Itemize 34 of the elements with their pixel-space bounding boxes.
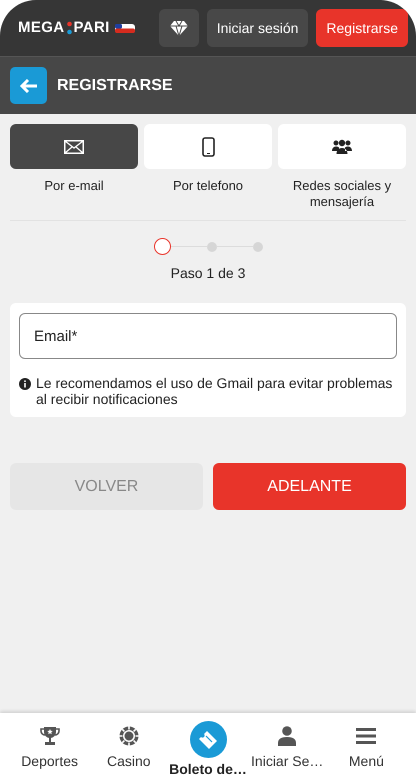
- nav-item[interactable]: Casino: [89, 713, 168, 780]
- people-icon: [332, 139, 352, 154]
- vip-button[interactable]: [158, 9, 199, 47]
- logo-colon-icon: [66, 21, 72, 35]
- casino-chip-icon: [118, 726, 139, 746]
- user-icon: [278, 726, 296, 746]
- hint-text: Le recomendamos el uso de Gmail para evitar problemas al recibir notificaciones: [36, 375, 394, 407]
- next-button[interactable]: ADELANTE: [213, 463, 406, 510]
- ticket-icon: [198, 730, 218, 750]
- page-title: REGISTRARSE: [57, 76, 173, 96]
- step-caption: Paso 1 de 3: [170, 264, 246, 283]
- email-field[interactable]: Email*: [19, 313, 397, 359]
- method-tab[interactable]: [278, 124, 406, 169]
- trophy-icon: [40, 726, 60, 746]
- method-label: Por e-mail: [43, 178, 105, 194]
- register-button[interactable]: Registrarse: [316, 9, 408, 47]
- method-label: Redes sociales y mensajería: [292, 178, 392, 210]
- method-label: Por telefono: [172, 178, 244, 194]
- phone-icon: [202, 136, 214, 156]
- logo-text: PARI: [74, 18, 110, 38]
- method-tab[interactable]: [10, 124, 138, 169]
- envelope-icon: [64, 140, 84, 154]
- back-arrow-icon: [20, 78, 38, 92]
- menu-icon: [356, 727, 376, 745]
- nav-item[interactable]: Deportes: [10, 713, 90, 780]
- flag-icon: [114, 24, 135, 32]
- nav-item[interactable]: Boleto de…: [168, 713, 248, 780]
- login-button[interactable]: Iniciar sesión: [206, 9, 308, 47]
- info-icon: [19, 378, 31, 390]
- nav-item[interactable]: Menú: [326, 713, 406, 780]
- logo-text: MEGA: [18, 18, 64, 38]
- back-button[interactable]: [10, 67, 47, 104]
- nav-item[interactable]: Iniciar Se…: [248, 713, 327, 780]
- diamond-icon: [168, 20, 189, 36]
